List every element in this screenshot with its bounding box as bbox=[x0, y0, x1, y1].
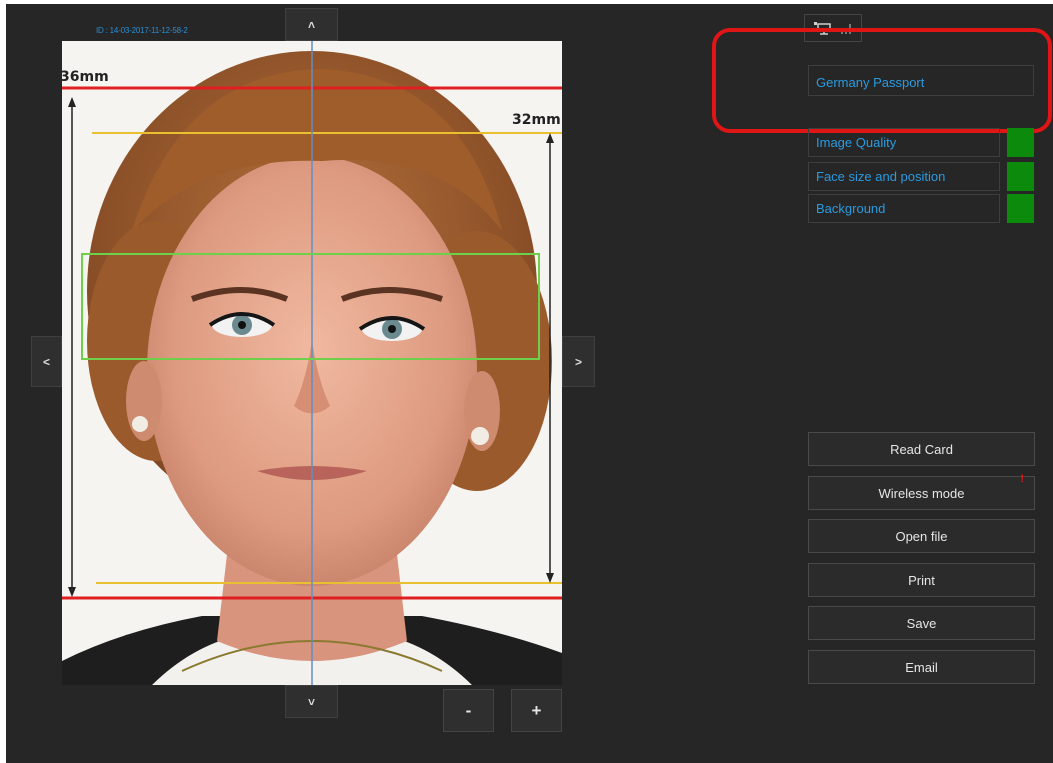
read-card-button[interactable]: Read Card bbox=[808, 432, 1035, 466]
check-label: Face size and position bbox=[808, 162, 1000, 191]
face-photo-illustration bbox=[62, 41, 562, 685]
open-file-button[interactable]: Open file bbox=[808, 519, 1035, 553]
photo-id-label: ID : 14-03-2017-11-12-58-2 bbox=[96, 26, 188, 35]
save-button[interactable]: Save bbox=[808, 606, 1035, 640]
check-row-image-quality: Image Quality bbox=[808, 128, 1034, 157]
move-down-button[interactable]: ˅ bbox=[285, 685, 338, 718]
move-right-button[interactable]: > bbox=[562, 336, 595, 387]
signal-strength-icon bbox=[841, 24, 851, 34]
zoom-in-button[interactable]: + bbox=[511, 689, 562, 732]
width-measure-label: 36mm bbox=[62, 69, 109, 85]
document-type-field[interactable]: Germany Passport bbox=[808, 65, 1034, 96]
check-label: Background bbox=[808, 194, 1000, 223]
check-row-face-size: Face size and position bbox=[808, 162, 1034, 191]
email-button[interactable]: Email bbox=[808, 650, 1035, 684]
zoom-out-button[interactable]: - bbox=[443, 689, 494, 732]
status-indicator bbox=[1007, 162, 1034, 191]
wireless-mode-label: Wireless mode bbox=[878, 485, 965, 501]
passport-photo-canvas[interactable]: 36mm 32mm bbox=[62, 41, 562, 685]
connection-status-indicator bbox=[804, 14, 862, 42]
alert-indicator: ! bbox=[1020, 473, 1024, 485]
height-measure-label: 32mm bbox=[512, 112, 561, 128]
check-row-background: Background bbox=[808, 194, 1034, 223]
print-button[interactable]: Print bbox=[808, 563, 1035, 597]
wireless-mode-button[interactable]: Wireless mode ! bbox=[808, 473, 1035, 510]
move-left-button[interactable]: < bbox=[31, 336, 62, 387]
status-indicator bbox=[1007, 194, 1034, 223]
window-top-edge bbox=[0, 0, 1053, 4]
move-up-button[interactable]: ˄ bbox=[285, 8, 338, 41]
check-label: Image Quality bbox=[808, 128, 1000, 157]
monitor-icon bbox=[814, 22, 831, 35]
status-indicator bbox=[1007, 128, 1034, 157]
window-left-edge bbox=[0, 0, 6, 763]
